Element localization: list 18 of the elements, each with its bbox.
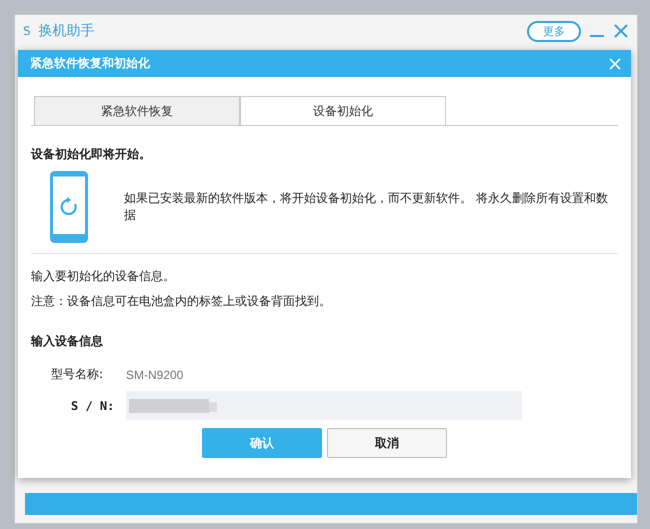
app-logo: S bbox=[23, 24, 31, 38]
description: 如果已安装最新的软件版本，将开始设备初始化，而不更新软件。 将永久删除所有设置和数据 bbox=[124, 190, 609, 224]
serial-number-field[interactable] bbox=[126, 391, 522, 420]
dialog-title: 紧急软件恢复和初始化 bbox=[30, 55, 150, 72]
tab[interactable]: 设备初始化 bbox=[240, 96, 446, 125]
phone-reset-icon bbox=[50, 171, 88, 243]
field-label: S / N: bbox=[70, 398, 116, 412]
model-name-value: SM-N9200 bbox=[126, 368, 184, 382]
blurred-value-icon bbox=[129, 398, 219, 414]
field-label: 型号名称: bbox=[50, 366, 104, 383]
instruction-text: 注意：设备信息可在电池盒内的标签上或设备背面找到。 bbox=[31, 293, 332, 310]
tab[interactable]: 紧急软件恢复 bbox=[34, 96, 240, 125]
app-title: 换机助手 bbox=[38, 22, 96, 40]
instruction-text: 输入要初始化的设备信息。 bbox=[31, 268, 176, 285]
cancel-button[interactable]: 取消 bbox=[327, 428, 447, 458]
heading: 设备初始化即将开始。 bbox=[31, 146, 152, 163]
section-title: 输入设备信息 bbox=[31, 333, 104, 350]
close-icon[interactable] bbox=[613, 23, 629, 39]
